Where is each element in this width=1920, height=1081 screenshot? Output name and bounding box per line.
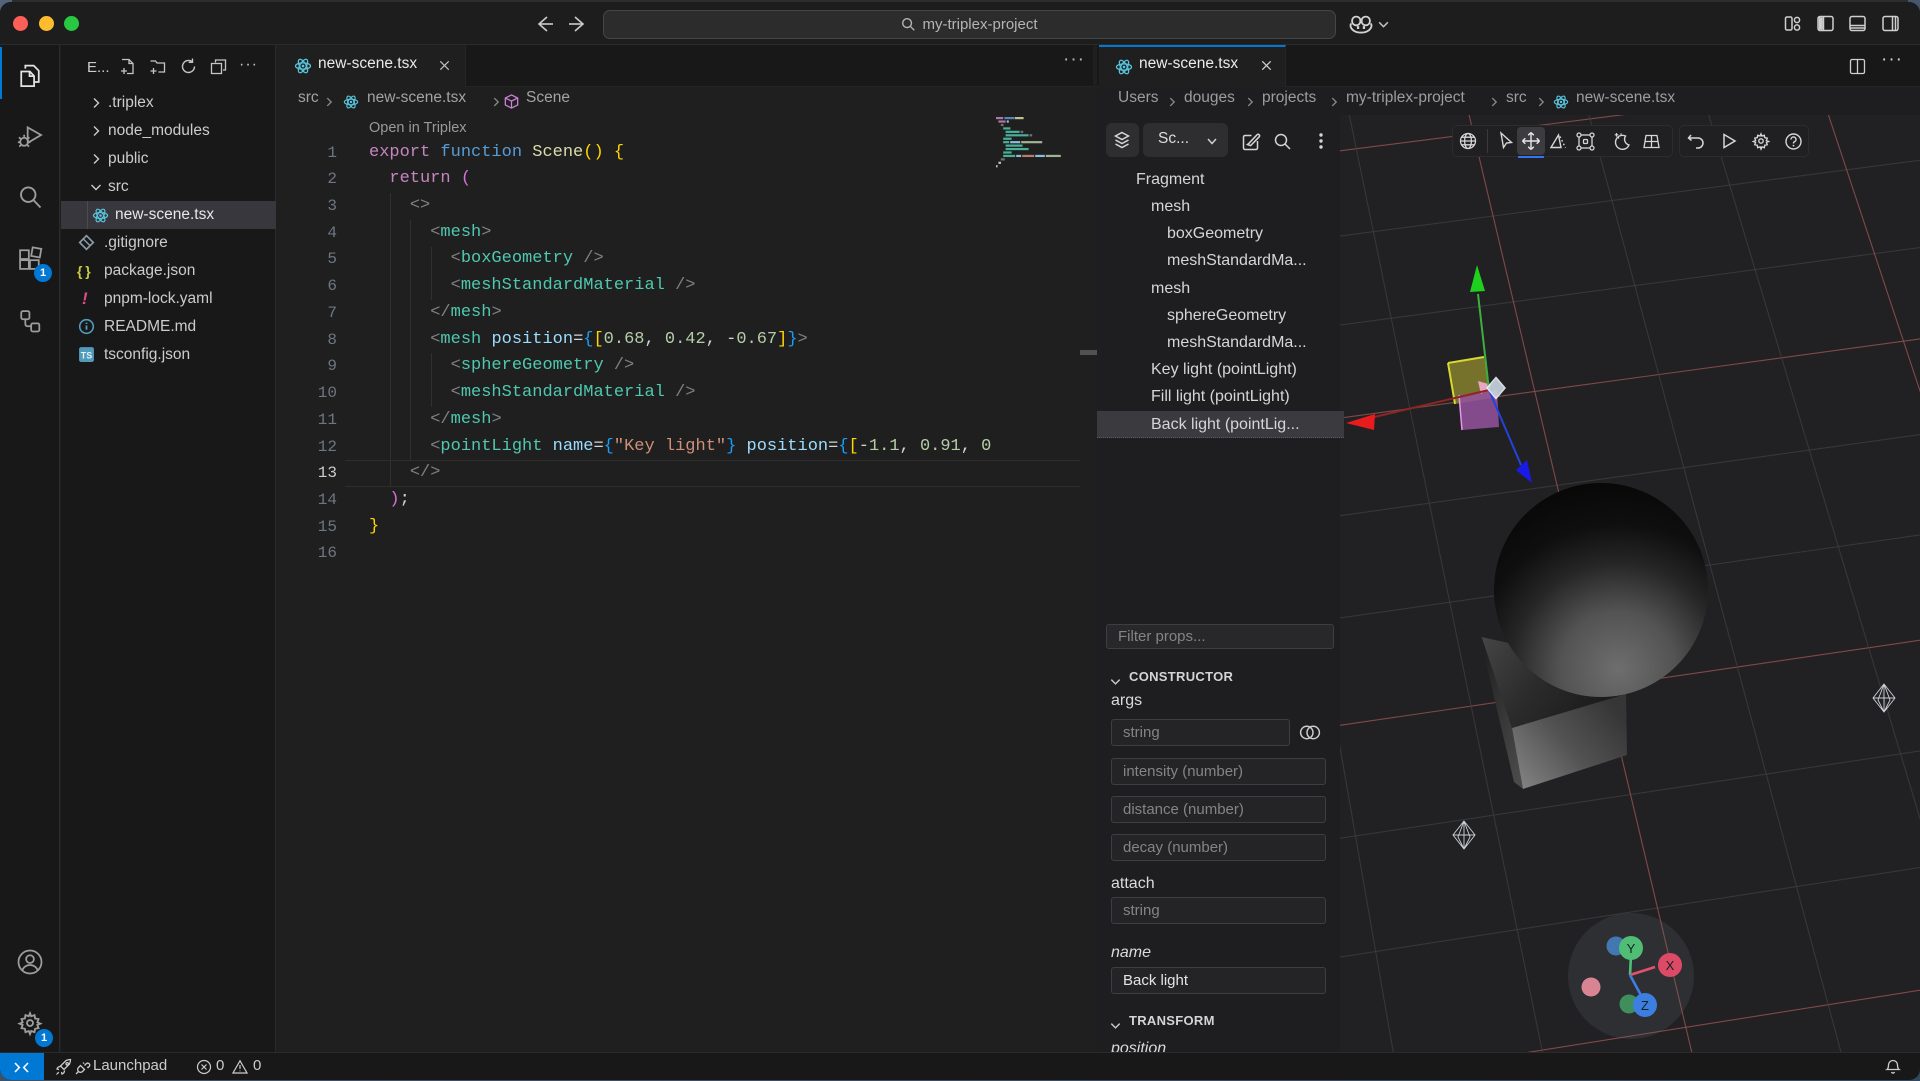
svg-text:X: X bbox=[1666, 958, 1675, 973]
svg-text:Y: Y bbox=[1627, 941, 1636, 956]
svg-text:TS: TS bbox=[81, 350, 92, 360]
svg-text:Z: Z bbox=[1641, 998, 1649, 1013]
